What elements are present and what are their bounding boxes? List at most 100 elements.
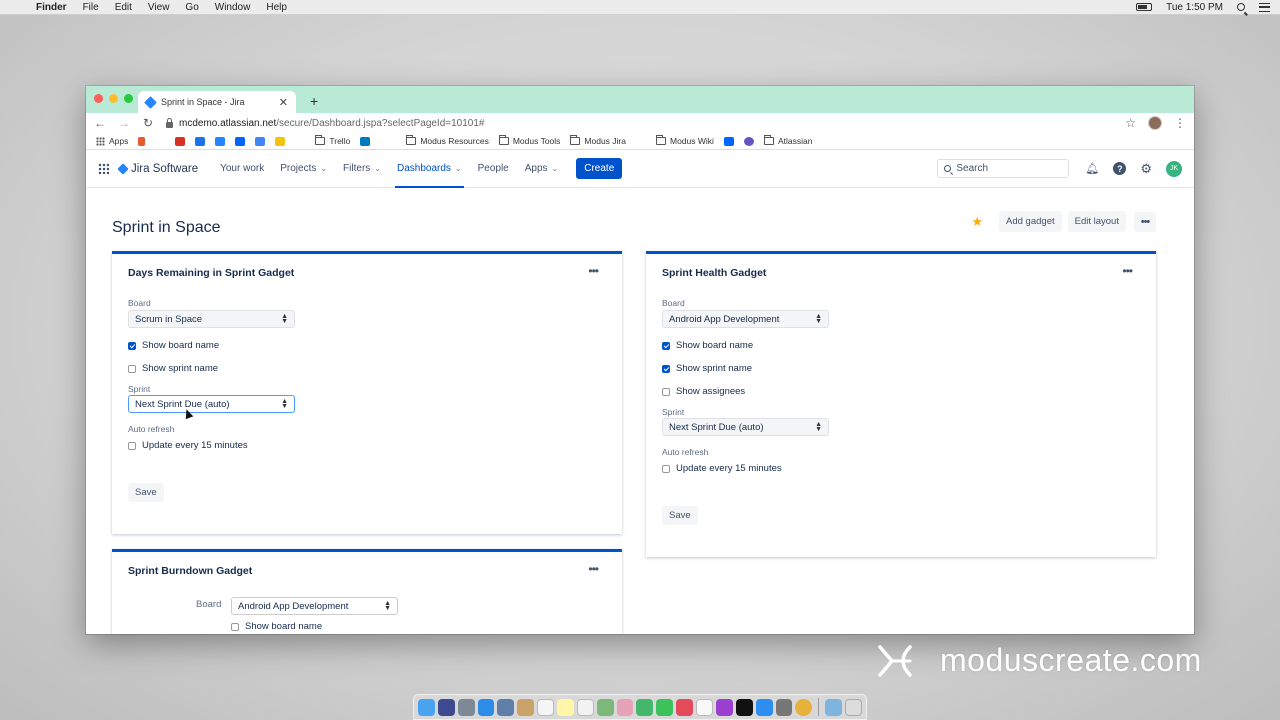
minimize-window-button[interactable] — [109, 94, 118, 103]
bookmark-modus-tools[interactable]: Modus Tools — [498, 135, 560, 146]
help-icon[interactable]: ? — [1113, 162, 1127, 175]
favorite-star-icon[interactable]: ★ — [971, 214, 983, 230]
trash-icon[interactable] — [845, 698, 862, 716]
checkbox-checked[interactable] — [128, 341, 136, 350]
notifications-icon[interactable]: 🔔︎ — [1085, 162, 1099, 175]
save-button[interactable]: Save — [128, 483, 164, 502]
facetime-icon[interactable] — [656, 698, 674, 716]
launchpad-icon[interactable] — [457, 698, 475, 716]
gmail-icon[interactable] — [175, 136, 186, 146]
menu-app-name[interactable]: Finder — [36, 2, 67, 13]
checkbox-checked[interactable] — [662, 364, 670, 373]
jira-bookmark-icon-2[interactable] — [723, 136, 734, 146]
browser-tab[interactable]: Sprint in Space - Jira ✕ — [138, 91, 296, 113]
bookmark-atlassian[interactable]: Atlassian — [763, 135, 812, 146]
nav-apps[interactable]: Apps ⌄ — [525, 150, 559, 188]
update-every-checkbox[interactable]: Update every 15 minutes — [128, 440, 248, 451]
create-button[interactable]: Create — [576, 158, 623, 179]
show-board-name-checkbox[interactable]: Show board name — [662, 340, 753, 351]
menu-window[interactable]: Window — [215, 2, 251, 13]
photos-icon[interactable] — [616, 698, 634, 716]
profile-avatar-icon[interactable] — [1148, 116, 1162, 130]
search-input[interactable]: Search — [937, 159, 1070, 178]
edit-layout-button[interactable]: Edit layout — [1067, 211, 1126, 232]
reminders-icon[interactable] — [576, 698, 594, 716]
menu-go[interactable]: Go — [185, 2, 198, 13]
confluence-icon[interactable] — [215, 136, 226, 146]
forward-icon[interactable]: → — [118, 116, 130, 130]
board-select[interactable]: Android App Development ▲ ▼ — [662, 310, 829, 328]
close-tab-icon[interactable]: ✕ — [279, 96, 288, 109]
chrome-icon[interactable] — [795, 698, 813, 716]
podcasts-icon[interactable] — [715, 698, 733, 716]
menu-file[interactable]: File — [83, 2, 99, 13]
jira-bookmark-icon[interactable] — [235, 136, 246, 146]
checkbox-unchecked[interactable] — [128, 441, 136, 450]
bookmark-trello[interactable]: Trello — [315, 135, 350, 146]
menu-help[interactable]: Help — [266, 2, 287, 13]
nav-projects[interactable]: Projects ⌄ — [280, 150, 327, 188]
checkbox-unchecked[interactable] — [662, 464, 670, 473]
url-field[interactable]: mcdemo.atlassian.net/secure/Dashboard.js… — [166, 117, 1113, 129]
trello-icon[interactable] — [360, 136, 371, 146]
news-icon[interactable] — [676, 698, 694, 716]
add-gadget-button[interactable]: Add gadget — [999, 211, 1062, 232]
music-icon[interactable] — [696, 698, 713, 716]
menu-edit[interactable]: Edit — [115, 2, 132, 13]
apple-tv-icon[interactable] — [735, 698, 753, 716]
nav-your-work[interactable]: Your work — [220, 150, 264, 188]
bookmark-modus-wiki[interactable]: Modus Wiki — [656, 135, 714, 146]
back-icon[interactable]: ← — [94, 116, 106, 130]
sprint-select[interactable]: Next Sprint Due (auto) ▲ ▼ — [128, 395, 295, 413]
checkbox-unchecked[interactable] — [128, 364, 136, 373]
bookmark-icon-1[interactable] — [138, 136, 146, 146]
checkbox-unchecked[interactable] — [662, 387, 670, 396]
notification-center-icon[interactable] — [1259, 2, 1270, 12]
spotlight-icon[interactable] — [1237, 3, 1245, 11]
sprint-select[interactable]: Next Sprint Due (auto) ▲ ▼ — [662, 418, 829, 436]
nav-people[interactable]: People — [478, 150, 509, 188]
checkbox-checked[interactable] — [662, 341, 670, 350]
gadget-more-icon[interactable]: ••• — [588, 562, 599, 576]
new-tab-button[interactable]: + — [310, 93, 318, 109]
browser-menu-icon[interactable]: ⋮ — [1174, 116, 1186, 130]
show-board-name-checkbox[interactable]: Show board name — [128, 340, 219, 351]
show-sprint-name-checkbox[interactable]: Show sprint name — [128, 363, 218, 374]
bookmark-star-icon[interactable]: ☆ — [1125, 116, 1136, 130]
system-preferences-icon[interactable] — [775, 698, 793, 716]
zoom-window-button[interactable] — [124, 94, 133, 103]
show-assignees-checkbox[interactable]: Show assignees — [662, 386, 745, 397]
calendar-icon[interactable] — [195, 136, 206, 146]
update-every-checkbox[interactable]: Update every 15 minutes — [662, 463, 782, 474]
board-select[interactable]: Scrum in Space ▲ ▼ — [128, 310, 295, 328]
bookmark-apps[interactable]: Apps — [96, 136, 128, 146]
downloads-folder-icon[interactable] — [825, 698, 843, 716]
bookmark-modus-jira[interactable]: Modus Jira — [570, 135, 626, 146]
finder-icon[interactable] — [418, 698, 435, 716]
user-avatar[interactable]: JK — [1166, 160, 1182, 177]
battery-icon[interactable] — [1136, 3, 1153, 11]
app-switcher-icon[interactable] — [98, 163, 109, 174]
gadget-more-icon[interactable]: ••• — [588, 264, 599, 278]
docs-icon[interactable] — [255, 136, 266, 146]
board-select[interactable]: Android App Development ▲ ▼ — [231, 597, 398, 615]
devil-icon[interactable] — [743, 136, 754, 146]
save-button[interactable]: Save — [662, 506, 698, 525]
messages-icon[interactable] — [636, 698, 654, 716]
notes-icon[interactable] — [557, 698, 574, 716]
reload-icon[interactable]: ↻ — [142, 116, 154, 130]
nav-dashboards[interactable]: Dashboards ⌄ — [394, 150, 464, 188]
menu-clock[interactable]: Tue 1:50 PM — [1166, 2, 1223, 13]
maps-icon[interactable] — [596, 698, 614, 716]
checkbox-unchecked[interactable] — [231, 622, 239, 631]
show-sprint-name-checkbox[interactable]: Show sprint name — [662, 363, 752, 374]
jira-logo[interactable]: Jira Software — [117, 163, 198, 175]
gadget-more-icon[interactable]: ••• — [1122, 264, 1133, 278]
more-actions-icon[interactable]: ••• — [1134, 211, 1156, 232]
siri-icon[interactable] — [437, 698, 455, 716]
mail-icon[interactable] — [497, 698, 515, 716]
close-window-button[interactable] — [94, 94, 103, 103]
calendar-icon[interactable] — [537, 698, 555, 716]
menu-view[interactable]: View — [148, 2, 170, 13]
app-store-icon[interactable] — [755, 698, 773, 716]
